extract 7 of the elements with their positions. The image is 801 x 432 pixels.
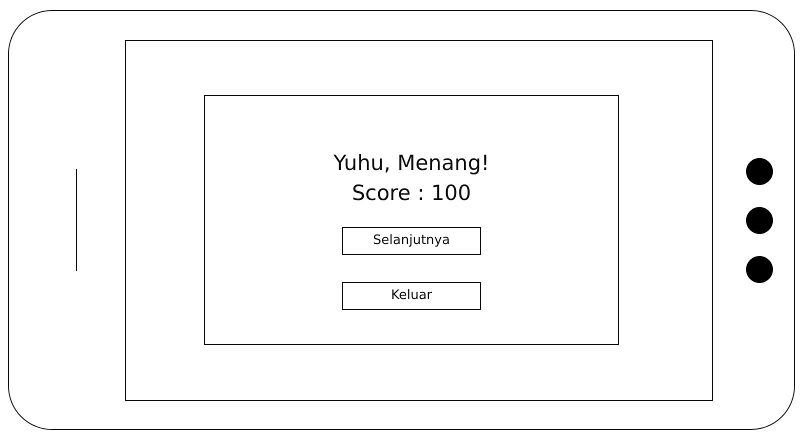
hardware-button[interactable] <box>746 256 773 282</box>
dialog-title: Yuhu, Menang! <box>334 150 490 176</box>
dialog-button[interactable]: Selanjutnya <box>342 226 481 254</box>
hardware-button[interactable] <box>746 158 773 184</box>
dialog-button[interactable]: Keluar <box>342 282 481 310</box>
score-text: Score : 100 <box>352 180 472 206</box>
hardware-button[interactable] <box>746 206 773 234</box>
